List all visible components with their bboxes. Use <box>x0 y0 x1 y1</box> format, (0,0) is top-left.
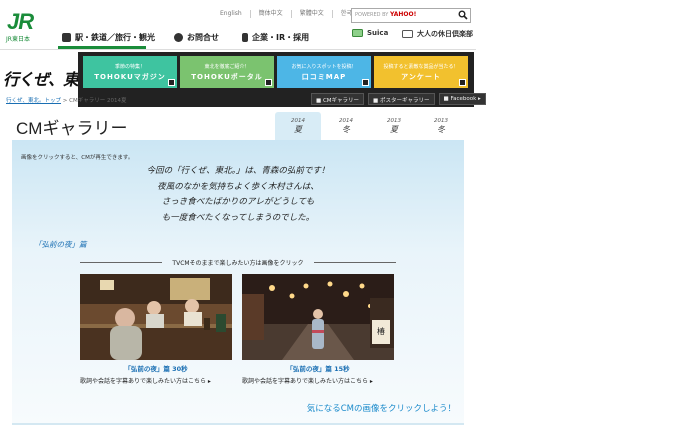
tab-season: 夏 <box>390 125 398 134</box>
tab-2014-winter[interactable]: 2014 冬 <box>323 112 369 140</box>
promo-tohoku-portal[interactable]: 東北を徹底ご紹介！ TOHOKUポータル <box>180 56 274 88</box>
sublink-cm-gallery[interactable]: ■ CMギャラリー <box>311 93 365 105</box>
promo-sub: 東北を徹底ご紹介！ <box>204 64 250 70</box>
lang-link-english[interactable]: English <box>212 10 251 18</box>
tab-season: 夏 <box>294 125 302 134</box>
sublink-poster-gallery[interactable]: ■ ポスターギャラリー <box>368 93 435 105</box>
nav-label-corporate: 企業・IR・採用 <box>252 32 310 42</box>
lang-link-simplified-chinese[interactable]: 簡体中文 <box>251 10 292 18</box>
promo-tohoku-magazine[interactable]: 季節の特集！ TOHOKUマガジン <box>83 56 177 88</box>
promo-title: アンケート <box>401 73 441 81</box>
video-caption-30s: 「弘前の夜」篇 30秒 <box>124 365 188 373</box>
promo-sub: 投稿すると素敵な賞品が当たる！ <box>383 64 459 70</box>
breadcrumb-top-link[interactable]: 行くぜ、東北。トップ <box>6 98 61 104</box>
suica-label: Suica <box>367 29 389 37</box>
campaign-sublinks: ■ CMギャラリー ■ ポスターギャラリー ■ Facebook ▸ <box>311 93 486 105</box>
breadcrumb: 行くぜ、東北。トップ > CMギャラリー 2014夏 <box>6 96 126 104</box>
campaign-copy: 今回の「行くぜ、東北。」は、青森の弘前です！ 夜風のなかを気持ちよく歩く木村さん… <box>12 164 464 226</box>
building-icon <box>242 32 248 42</box>
search-input[interactable]: POWERED BY YAHOO! <box>351 8 471 23</box>
promo-survey[interactable]: 投稿すると素敵な賞品が当たる！ アンケート <box>374 56 468 88</box>
jr-east-logo[interactable]: JR JR東日本 <box>4 9 46 43</box>
play-instruction: 画像をクリックすると、CMが再生できます。 <box>21 155 134 161</box>
copy-line: 夜風のなかを気持ちよく歩く木村さんは、 <box>157 181 319 192</box>
nav-label-contact: お問合せ <box>187 32 219 42</box>
holiday-club-label: 大人の休日倶楽部 <box>417 30 473 38</box>
tab-2013-winter[interactable]: 2013 冬 <box>418 112 464 140</box>
language-links: English 簡体中文 繁體中文 한국어 <box>212 10 365 18</box>
nav-contact[interactable]: お問合せ <box>174 27 219 47</box>
search-placeholder: POWERED BY YAHOO! <box>355 11 417 18</box>
click-prompt: 気になるCMの画像をクリックしよう！ <box>306 404 456 414</box>
train-icon <box>62 32 71 42</box>
jr-logo-text: JR東日本 <box>6 36 30 43</box>
sublink-facebook[interactable]: ■ Facebook ▸ <box>438 93 486 105</box>
arrow-icon <box>265 79 272 86</box>
lang-link-traditional-chinese[interactable]: 繁體中文 <box>292 10 333 18</box>
video-caption-15s: 「弘前の夜」篇 15秒 <box>286 365 350 373</box>
promo-title: TOHOKUマガジン <box>94 73 166 81</box>
promo-title: 口コミMAP <box>301 73 347 81</box>
nav-rail-travel[interactable]: 駅・鉄道／旅行・観光 <box>62 27 155 47</box>
page-title: CMギャラリー <box>16 119 128 138</box>
copy-line: さっき食べたばかりのアレがどうしても <box>161 197 315 207</box>
arrow-icon <box>362 79 369 86</box>
breadcrumb-current: 2014夏 <box>106 98 127 104</box>
cm-still-street: 椿 <box>242 274 394 360</box>
search-icon[interactable] <box>458 10 468 20</box>
card-icon <box>402 30 413 38</box>
arrow-icon <box>168 79 175 86</box>
holiday-club-link[interactable]: 大人の休日倶楽部 <box>402 29 473 39</box>
breadcrumb-separator: > <box>62 98 68 104</box>
promo-sub: 季節の特集！ <box>114 64 145 70</box>
subtitle-link-15s[interactable]: 歌詞や会話を字幕ありで楽しみたい方はこちら ▸ <box>242 376 373 385</box>
tvcm-heading: TVCMそのままで楽しみたい方は画像をクリック <box>80 258 396 267</box>
nav-corporate[interactable]: 企業・IR・採用 <box>242 27 309 47</box>
panel-bottom-border <box>12 423 464 425</box>
subtitle-link-30s[interactable]: 歌詞や会話を字幕ありで楽しみたい方はこちら ▸ <box>80 376 211 385</box>
tab-2013-summer[interactable]: 2013 夏 <box>371 112 417 140</box>
suica-card-icon <box>352 29 363 37</box>
promo-title: TOHOKUポータル <box>191 73 263 81</box>
jr-logo-mark: JR <box>7 9 34 34</box>
cm-panel: 画像をクリックすると、CMが再生できます。 今回の「行くぜ、東北。」は、青森の弘… <box>12 140 464 423</box>
suica-link[interactable]: Suica <box>352 29 388 37</box>
tab-season: 冬 <box>342 125 350 134</box>
tab-2014-summer[interactable]: 2014 夏 <box>275 112 321 140</box>
svg-text:椿: 椿 <box>377 326 385 336</box>
breadcrumb-item: CMギャラリー <box>69 98 106 104</box>
video-thumbnail-30s[interactable] <box>80 274 232 360</box>
promo-kuchikomi-map[interactable]: お気に入りスポットを投稿！ 口コミMAP <box>277 56 371 88</box>
episode-title: 「弘前の夜」篇 <box>34 240 87 249</box>
arrow-icon <box>459 79 466 86</box>
nav-label-travel: 駅・鉄道／旅行・観光 <box>75 32 155 42</box>
copy-line: 今回の「行くぜ、東北。」は、青森の弘前です！ <box>146 166 330 176</box>
question-icon <box>174 32 183 42</box>
promo-sub: お気に入りスポットを投稿！ <box>291 64 357 70</box>
divider-line <box>314 262 396 263</box>
copy-line: も一度食べたくなってしまうのでした。 <box>161 212 315 223</box>
video-thumbnail-15s[interactable]: 椿 <box>242 274 394 360</box>
header-divider <box>0 49 476 50</box>
tab-season: 冬 <box>437 125 445 134</box>
cm-still-shop <box>80 274 232 360</box>
